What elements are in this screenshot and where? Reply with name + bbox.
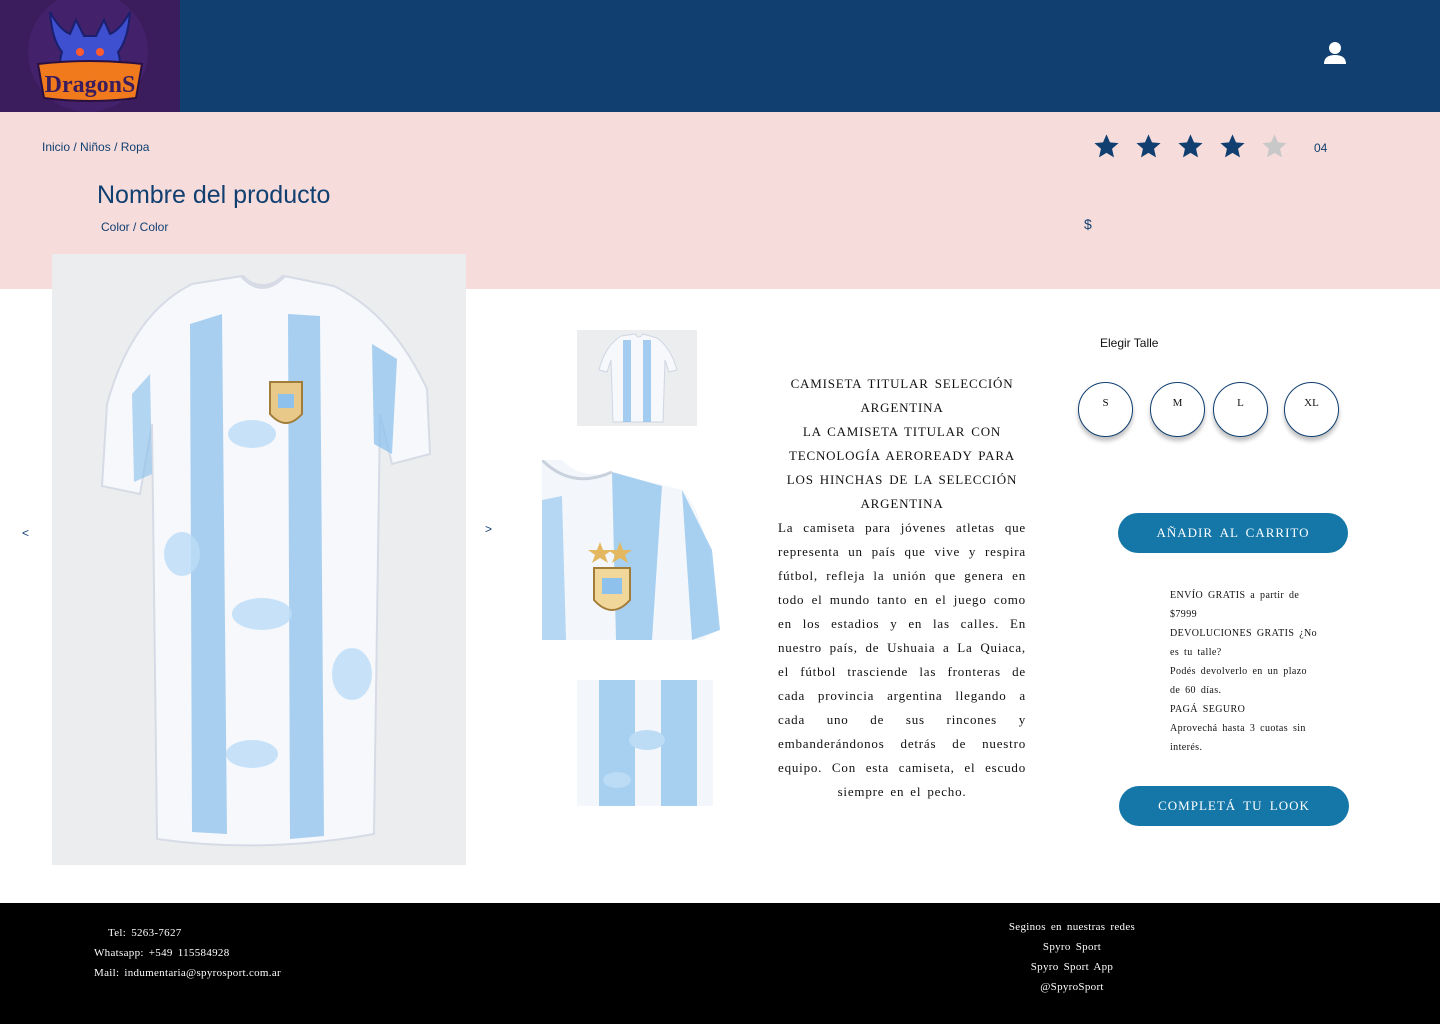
product-description: CAMISETA TITULAR SELECCIÓN ARGENTINA LA … — [778, 372, 1026, 804]
add-to-cart-button[interactable]: AÑADIR AL CARRITO — [1118, 513, 1348, 553]
info-secure-payment-title: PAGÁ SEGURO — [1170, 704, 1246, 715]
footer-contact: Tel: 5263-7627 Whatsapp: +549 115584928 … — [94, 923, 281, 983]
size-option-m[interactable]: M — [1150, 382, 1205, 437]
top-header: DragonS — [0, 0, 1440, 112]
size-option-xl[interactable]: XL — [1284, 382, 1339, 437]
info-installments: Aprovechá hasta 3 cuotas sin interés. — [1170, 723, 1306, 753]
product-price: $ — [1084, 216, 1092, 232]
footer-social-link-app[interactable]: Spyro Sport App — [972, 957, 1172, 977]
footer-social-link-handle[interactable]: @SpyroSport — [972, 977, 1172, 997]
breadcrumb: Inicio / Niños / Ropa — [42, 140, 149, 154]
gallery-prev-arrow[interactable]: < — [22, 526, 29, 540]
star-filled-icon[interactable] — [1134, 132, 1163, 161]
breadcrumb-item-inicio[interactable]: Inicio — [42, 140, 70, 154]
star-filled-icon[interactable] — [1218, 132, 1247, 161]
info-free-returns: DEVOLUCIONES GRATIS ¿No es tu talle? — [1170, 628, 1318, 658]
breadcrumb-item-ropa[interactable]: Ropa — [121, 140, 150, 154]
breadcrumb-separator: / — [114, 140, 121, 154]
footer-mail: Mail: indumentaria@spyrosport.com.ar — [94, 967, 281, 979]
description-body: La camiseta para jóvenes atletas que rep… — [778, 520, 1026, 799]
dragon-logo-graphic: DragonS — [0, 0, 180, 112]
thumbnail-badge-detail[interactable] — [542, 460, 720, 640]
info-free-shipping: ENVÍO GRATIS a partir de $7999 — [1170, 590, 1300, 620]
rating-count: 04 — [1314, 141, 1328, 155]
brand-logo[interactable]: DragonS — [0, 0, 180, 112]
footer-whatsapp: Whatsapp: +549 115584928 — [94, 947, 230, 959]
breadcrumb-item-ninos[interactable]: Niños — [80, 140, 111, 154]
shipping-info: ENVÍO GRATIS a partir de $7999 DEVOLUCIO… — [1170, 586, 1318, 757]
thumbnail-front[interactable] — [577, 330, 697, 426]
rating-stars[interactable] — [1092, 132, 1289, 161]
thumbnail-fabric-detail[interactable] — [577, 680, 713, 812]
complete-look-button[interactable]: COMPLETÁ TU LOOK — [1119, 786, 1349, 826]
footer-social-link-spyro-sport[interactable]: Spyro Sport — [972, 937, 1172, 957]
footer-tel: Tel: 5263-7627 — [108, 927, 182, 939]
footer-social: Seginos en nuestras redes Spyro Sport Sp… — [972, 917, 1172, 997]
size-option-l[interactable]: L — [1213, 382, 1268, 437]
footer-social-title: Seginos en nuestras redes — [1008, 921, 1136, 933]
product-title: Nombre del producto — [97, 181, 331, 209]
description-subheading: LA CAMISETA TITULAR CON TECNOLOGÍA AEROR… — [786, 424, 1018, 511]
star-filled-icon[interactable] — [1092, 132, 1121, 161]
product-color-label: Color / Color — [101, 220, 169, 234]
star-filled-icon[interactable] — [1176, 132, 1205, 161]
user-account-icon[interactable] — [1322, 40, 1348, 66]
size-selector-title: Elegir Talle — [1100, 336, 1159, 350]
page-footer: Tel: 5263-7627 Whatsapp: +549 115584928 … — [0, 903, 1440, 1024]
info-return-period: Podés devolverlo en un plazo de 60 días. — [1170, 666, 1307, 696]
gallery-next-arrow[interactable]: > — [485, 522, 492, 536]
star-empty-icon[interactable] — [1260, 132, 1289, 161]
size-option-s[interactable]: S — [1078, 382, 1133, 437]
description-heading: CAMISETA TITULAR SELECCIÓN ARGENTINA — [790, 376, 1014, 415]
svg-text:DragonS: DragonS — [45, 72, 136, 98]
main-product-image — [52, 254, 466, 865]
